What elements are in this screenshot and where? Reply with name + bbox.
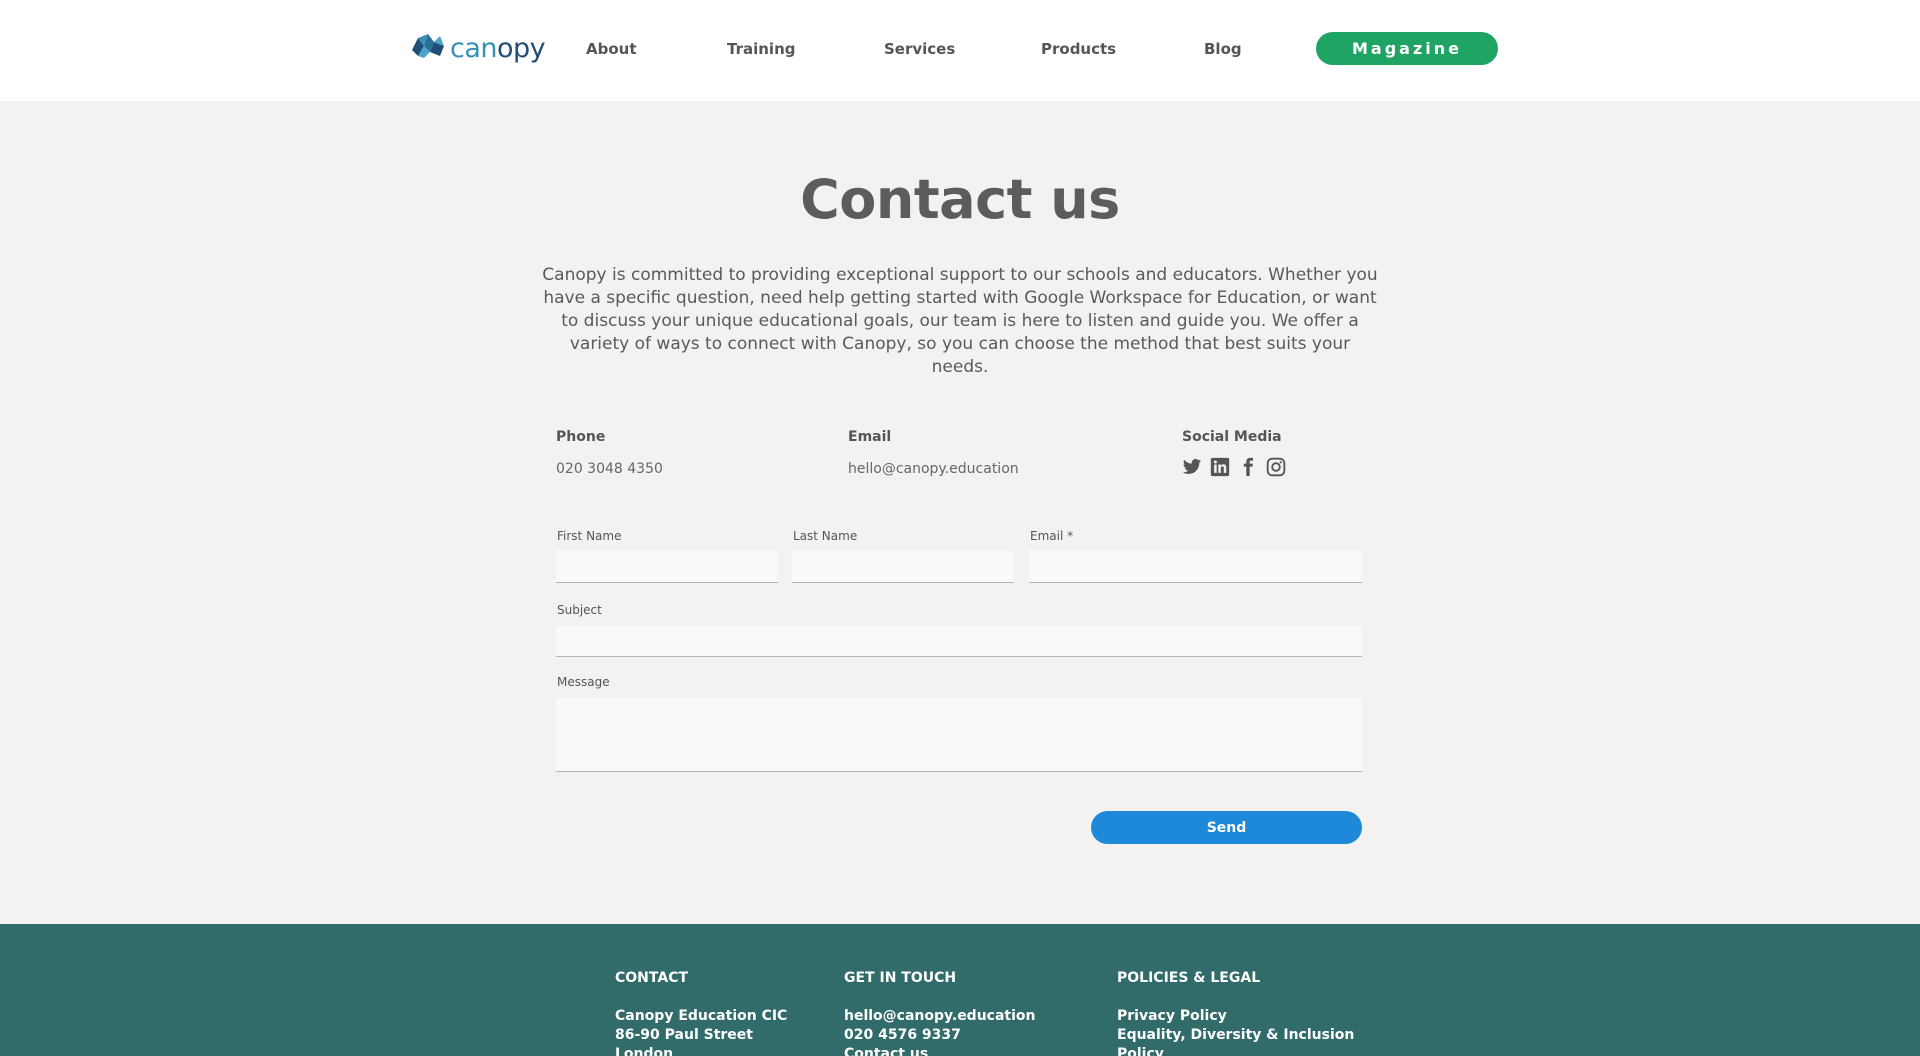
nav-training[interactable]: Training bbox=[727, 40, 795, 58]
subject-label: Subject bbox=[557, 603, 602, 617]
footer-address-city: London bbox=[615, 1046, 674, 1056]
first-name-label: First Name bbox=[557, 529, 622, 543]
footer-privacy-policy-link[interactable]: Privacy Policy bbox=[1117, 1007, 1354, 1026]
nav-about[interactable]: About bbox=[586, 40, 637, 58]
footer-edi-policy-link-cont[interactable]: Policy bbox=[1117, 1045, 1354, 1056]
linkedin-icon[interactable] bbox=[1210, 457, 1230, 477]
page-title: Contact us bbox=[800, 168, 1120, 231]
email-field[interactable] bbox=[1029, 551, 1362, 583]
email-label: Email bbox=[848, 429, 892, 445]
social-icons bbox=[1182, 457, 1286, 477]
footer-contact-column: CONTACT Canopy Education CIC 86-90 Paul … bbox=[615, 970, 787, 1056]
logo-wordmark-part1: can bbox=[450, 32, 498, 64]
social-media-label: Social Media bbox=[1182, 429, 1282, 445]
subject-input[interactable] bbox=[556, 625, 1362, 657]
nav-blog[interactable]: Blog bbox=[1204, 40, 1242, 58]
facebook-icon[interactable] bbox=[1238, 457, 1258, 477]
canopy-logo-icon bbox=[410, 32, 446, 64]
footer-org-name: Canopy Education CIC bbox=[615, 1008, 788, 1024]
footer-contact-us-link[interactable]: Contact us bbox=[844, 1045, 1036, 1056]
site-footer: CONTACT Canopy Education CIC 86-90 Paul … bbox=[0, 924, 1920, 1056]
canopy-logo[interactable]: canopy bbox=[410, 30, 546, 66]
instagram-icon[interactable] bbox=[1266, 457, 1286, 477]
site-header: canopy About Training Services Products … bbox=[0, 0, 1920, 101]
footer-edi-policy-link[interactable]: Equality, Diversity & Inclusion bbox=[1117, 1026, 1354, 1045]
email-value[interactable]: hello@canopy.education bbox=[848, 461, 1019, 477]
nav-products[interactable]: Products bbox=[1041, 40, 1116, 58]
footer-get-in-touch-column: GET IN TOUCH hello@canopy.education 020 … bbox=[844, 970, 1036, 1056]
twitter-icon[interactable] bbox=[1182, 457, 1202, 477]
send-button[interactable]: Send bbox=[1091, 811, 1362, 844]
footer-get-in-touch-heading: GET IN TOUCH bbox=[844, 970, 957, 986]
logo-wordmark-part2: opy bbox=[497, 32, 546, 64]
footer-policies-heading: POLICIES & LEGAL bbox=[1117, 970, 1261, 986]
logo-wordmark: canopy bbox=[450, 32, 546, 64]
last-name-label: Last Name bbox=[793, 529, 858, 543]
footer-address-street: 86-90 Paul Street bbox=[615, 1027, 753, 1043]
footer-email-link[interactable]: hello@canopy.education bbox=[844, 1007, 1036, 1026]
footer-phone-link[interactable]: 020 4576 9337 bbox=[844, 1026, 1036, 1045]
message-label: Message bbox=[557, 675, 610, 689]
footer-contact-heading: CONTACT bbox=[615, 970, 689, 986]
intro-paragraph: Canopy is committed to providing excepti… bbox=[542, 265, 1378, 377]
last-name-input[interactable] bbox=[792, 551, 1014, 583]
message-textarea[interactable] bbox=[556, 697, 1362, 772]
first-name-input[interactable] bbox=[556, 551, 778, 583]
footer-policies-column: POLICIES & LEGAL Privacy Policy Equality… bbox=[1117, 970, 1354, 1056]
phone-value: 020 3048 4350 bbox=[556, 461, 663, 477]
magazine-button[interactable]: Magazine bbox=[1316, 32, 1498, 65]
phone-label: Phone bbox=[556, 429, 606, 445]
email-field-label: Email * bbox=[1030, 529, 1074, 543]
nav-services[interactable]: Services bbox=[884, 40, 955, 58]
